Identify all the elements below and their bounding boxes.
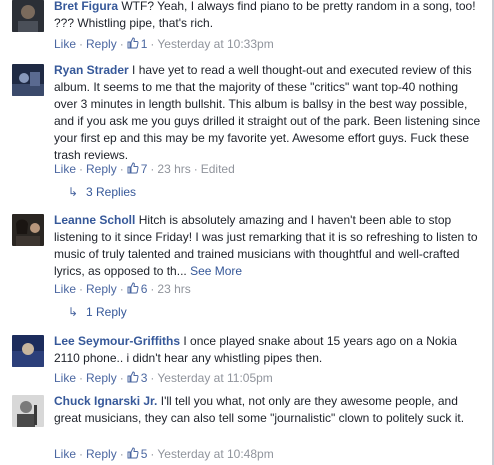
view-replies-link[interactable]: ↳ 1 Reply xyxy=(68,304,127,320)
comment-body: Lee Seymour-Griffiths I once played snak… xyxy=(54,333,482,367)
commenter-name[interactable]: Bret Figura xyxy=(54,0,118,13)
comment-actions: Like · Reply · 3 · Yesterday at 11:05pm xyxy=(54,371,273,385)
like-link[interactable]: Like xyxy=(54,37,76,51)
timestamp[interactable]: Yesterday at 10:48pm xyxy=(157,447,273,461)
comment-actions: Like · Reply · 1 · Yesterday at 10:33pm xyxy=(54,37,274,51)
commenter-name[interactable]: Lee Seymour-Griffiths xyxy=(54,334,180,348)
like-count[interactable]: 6 xyxy=(127,282,147,296)
thumbs-up-icon xyxy=(127,371,139,383)
comment: Lee Seymour-Griffiths I once played snak… xyxy=(12,333,482,389)
like-link[interactable]: Like xyxy=(54,371,76,385)
like-link[interactable]: Like xyxy=(54,162,76,176)
reply-arrow-icon: ↳ xyxy=(68,185,79,199)
comment-actions: Like · Reply · 5 · Yesterday at 10:48pm xyxy=(54,447,274,461)
reply-link[interactable]: Reply xyxy=(86,37,117,51)
comment-actions: Like · Reply · 7 · 23 hrs · Edited xyxy=(54,162,235,176)
avatar[interactable] xyxy=(12,335,44,367)
like-link[interactable]: Like xyxy=(54,282,76,296)
comment-body: Ryan Strader I have yet to read a well t… xyxy=(54,62,482,164)
avatar[interactable] xyxy=(12,64,44,96)
timestamp[interactable]: 23 hrs xyxy=(157,162,190,176)
comment: Ryan Strader I have yet to read a well t… xyxy=(12,62,482,204)
reply-link[interactable]: Reply xyxy=(86,162,117,176)
like-count[interactable]: 5 xyxy=(127,447,147,461)
comment: Bret Figura WTF? Yeah, I always find pia… xyxy=(12,0,482,52)
commenter-name[interactable]: Chuck Ignarski Jr. xyxy=(54,394,157,408)
thumbs-up-icon xyxy=(127,282,139,294)
commenter-name[interactable]: Leanne Scholl xyxy=(54,213,135,227)
avatar[interactable] xyxy=(12,395,44,427)
reply-link[interactable]: Reply xyxy=(86,371,117,385)
comment: Leanne Scholl Hitch is absolutely amazin… xyxy=(12,212,482,324)
like-count[interactable]: 1 xyxy=(127,37,147,51)
comment-text: I have yet to read a well thought-out an… xyxy=(54,63,481,162)
comment-body: Chuck Ignarski Jr. I'll tell you what, n… xyxy=(54,393,482,427)
commenter-name[interactable]: Ryan Strader xyxy=(54,63,129,77)
reply-link[interactable]: Reply xyxy=(86,447,117,461)
comment-body: Leanne Scholl Hitch is absolutely amazin… xyxy=(54,212,482,280)
view-replies-link[interactable]: ↳ 3 Replies xyxy=(68,184,136,200)
timestamp[interactable]: 23 hrs xyxy=(157,282,190,296)
reply-link[interactable]: Reply xyxy=(86,282,117,296)
comment-actions: Like · Reply · 6 · 23 hrs xyxy=(54,282,191,296)
thumbs-up-icon xyxy=(127,447,139,459)
thumbs-up-icon xyxy=(127,162,139,174)
comment-text: WTF? Yeah, I always find piano to be pre… xyxy=(54,0,476,30)
comment-body: Bret Figura WTF? Yeah, I always find pia… xyxy=(54,0,482,32)
avatar[interactable] xyxy=(12,0,44,32)
like-count[interactable]: 3 xyxy=(127,371,147,385)
like-count[interactable]: 7 xyxy=(127,162,147,176)
timestamp[interactable]: Yesterday at 11:05pm xyxy=(157,371,272,385)
avatar[interactable] xyxy=(12,214,44,246)
like-link[interactable]: Like xyxy=(54,447,76,461)
edited-label[interactable]: Edited xyxy=(201,162,235,176)
see-more-link[interactable]: See More xyxy=(190,264,242,278)
thumbs-up-icon xyxy=(127,37,139,49)
reply-arrow-icon: ↳ xyxy=(68,305,79,319)
comment: Chuck Ignarski Jr. I'll tell you what, n… xyxy=(12,393,482,465)
timestamp[interactable]: Yesterday at 10:33pm xyxy=(157,37,273,51)
